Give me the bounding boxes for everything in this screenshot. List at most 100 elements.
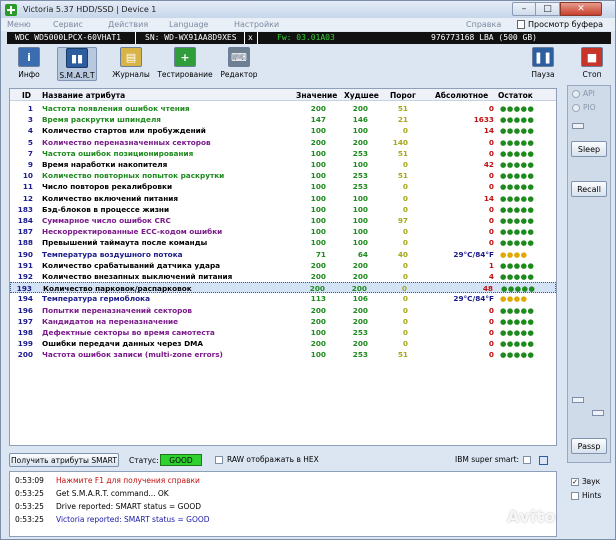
separator bbox=[135, 32, 136, 44]
hints-checkbox[interactable]: Hints bbox=[571, 491, 601, 500]
ibm-option-box[interactable] bbox=[539, 456, 548, 465]
cell-threshold: 0 bbox=[401, 284, 407, 294]
table-row[interactable]: 190 Температура воздушного потока 71 64 40 29… bbox=[10, 249, 556, 260]
table-row[interactable]: 193 Количество парковок/распарковок 200 200… bbox=[10, 282, 556, 294]
table-row[interactable]: 200 Частота ошибок записи (multi-zone err… bbox=[10, 349, 556, 360]
menu-settings[interactable]: Настройки bbox=[234, 20, 279, 29]
minimize-button[interactable]: – bbox=[512, 2, 536, 16]
radio-icon bbox=[572, 89, 580, 98]
table-row[interactable]: 188 Превышений таймаута после команды 100 1… bbox=[10, 237, 556, 248]
table-row[interactable]: 4 Количество стартов или пробуждений 100 10… bbox=[10, 125, 556, 136]
tool-testing[interactable]: + Тестирование bbox=[157, 47, 213, 81]
table-row[interactable]: 184 Суммарное число ошибок CRC 100 100 97 0 ●●… bbox=[10, 215, 556, 226]
cell-threshold: 51 bbox=[397, 104, 408, 113]
cell-health: ●●●● bbox=[500, 294, 528, 304]
header-worst[interactable]: Худшее bbox=[344, 91, 379, 100]
get-smart-attributes-button[interactable]: Получить атрибуты SMART bbox=[9, 453, 119, 467]
device-bar[interactable]: WDC WD5000LPCX-60VHAT1 SN: WD-WX91AA8D9X… bbox=[7, 32, 611, 44]
table-row[interactable]: 191 Количество срабатываний датчика удара… bbox=[10, 260, 556, 271]
slider-control[interactable] bbox=[592, 410, 604, 416]
table-row[interactable]: 5 Количество переназначенных секторов 200 2… bbox=[10, 137, 556, 148]
cell-id: 191 bbox=[17, 260, 33, 270]
hints-label: Hints bbox=[582, 491, 602, 500]
menu-main[interactable]: Меню bbox=[7, 20, 31, 29]
cell-threshold: 0 bbox=[402, 182, 408, 192]
header-id[interactable]: ID bbox=[22, 91, 31, 100]
header-threshold[interactable]: Порог bbox=[390, 91, 416, 100]
mode-toggle[interactable] bbox=[572, 123, 584, 129]
cell-worst: 100 bbox=[352, 160, 368, 169]
pause-button[interactable]: ❚❚ Пауза bbox=[523, 47, 563, 81]
table-row[interactable]: 192 Количество внезапных выключений питан… bbox=[10, 271, 556, 282]
ibm-super-smart[interactable]: IBM super smart: bbox=[455, 455, 532, 464]
cell-value: 100 bbox=[310, 227, 326, 237]
cell-name: Время раскрутки шпинделя bbox=[42, 115, 161, 125]
table-row[interactable]: 187 Нескорректированные ECC-кодом ошибки 1… bbox=[10, 226, 556, 237]
cell-worst: 100 bbox=[352, 238, 368, 248]
stop-button[interactable]: ■ Стоп bbox=[572, 47, 612, 81]
table-row[interactable]: 3 Время раскрутки шпинделя 147 146 21 1633 ●●●… bbox=[10, 114, 556, 125]
table-row[interactable]: 10 Количество повторных попыток раскрутки… bbox=[10, 170, 556, 181]
menu-bar: Меню Сервис Действия Language Настройки … bbox=[1, 18, 615, 31]
tool-info[interactable]: i Инфо bbox=[9, 47, 49, 81]
cell-name: Дефектные секторы во время самотеста bbox=[42, 328, 215, 337]
table-row[interactable]: 196 Попытки переназначений секторов 200 200… bbox=[10, 305, 556, 316]
table-row[interactable]: 1 Частота появления ошибок чтения 200 200 51… bbox=[10, 103, 556, 114]
cell-id: 9 bbox=[27, 160, 33, 169]
header-raw[interactable]: Абсолютное bbox=[435, 91, 488, 100]
table-row[interactable]: 12 Количество включений питания 100 100 0 14 ●… bbox=[10, 193, 556, 204]
tool-logs[interactable]: ▤ Журналы bbox=[111, 47, 151, 81]
table-row[interactable]: 194 Температура гермоблока 113 106 0 29°C/84°… bbox=[10, 293, 556, 304]
cell-value: 200 bbox=[310, 316, 326, 326]
cell-name: Количество внезапных выключений питания bbox=[42, 272, 233, 281]
cell-raw: 4 bbox=[488, 272, 494, 281]
header-value[interactable]: Значение bbox=[296, 91, 337, 100]
maximize-button[interactable]: □ bbox=[536, 2, 560, 16]
clipboard-viewer-button[interactable]: Просмотр буфера bbox=[516, 20, 603, 29]
table-row[interactable]: 7 Частота ошибок позиционирования 100 253 51… bbox=[10, 148, 556, 159]
tool-smart[interactable]: ▮▮ S.M.A.R.T bbox=[57, 47, 97, 81]
cell-value: 200 bbox=[309, 284, 325, 294]
cell-health: ●●●●● bbox=[500, 115, 535, 125]
cell-health: ●●●●● bbox=[500, 227, 535, 237]
cell-raw: 14 bbox=[483, 126, 494, 136]
cell-raw: 0 bbox=[488, 350, 494, 360]
header-health[interactable]: Остаток bbox=[498, 91, 533, 100]
smart-table[interactable]: ID Название атрибута Значение Худшее Пор… bbox=[9, 88, 557, 446]
tool-smart-label: S.M.A.R.T bbox=[59, 71, 95, 80]
sleep-button[interactable]: Sleep bbox=[571, 141, 607, 157]
table-row[interactable]: 11 Число повторов рекалибровки 100 253 0 0 ●●●… bbox=[10, 181, 556, 192]
raw-hex-checkbox[interactable]: RAW отображать в HEX bbox=[215, 455, 319, 464]
header-name[interactable]: Название атрибута bbox=[42, 91, 125, 100]
slider-control[interactable] bbox=[572, 397, 584, 403]
api-radio[interactable]: API bbox=[572, 89, 595, 98]
checkmark-icon: ✓ bbox=[571, 477, 579, 486]
cell-worst: 146 bbox=[352, 115, 368, 125]
sound-checkbox[interactable]: ✓ Звук bbox=[571, 477, 600, 486]
table-row[interactable]: 197 Кандидатов на переназначение 200 200 0 0 ●… bbox=[10, 316, 556, 327]
cell-health: ●●●●● bbox=[500, 260, 535, 270]
table-row[interactable]: 199 Ошибки передачи данных через DMA 200 20… bbox=[10, 338, 556, 349]
log-panel[interactable]: 0:53:09 Нажмите F1 для получения справки… bbox=[9, 471, 557, 537]
close-button[interactable]: ✕ bbox=[560, 2, 602, 16]
pio-radio[interactable]: PIO bbox=[572, 103, 596, 112]
menu-help[interactable]: Справка bbox=[466, 20, 501, 29]
tool-editor[interactable]: ⌨ Редактор bbox=[219, 47, 259, 81]
menu-service[interactable]: Сервис bbox=[53, 20, 83, 29]
device-close-mark[interactable]: x bbox=[248, 33, 253, 42]
table-row[interactable]: 183 Бэд-блоков в процессе жизни 100 100 0 0 ●●… bbox=[10, 204, 556, 215]
menu-actions[interactable]: Действия bbox=[108, 20, 148, 29]
title-bar[interactable]: Victoria 5.37 HDD/SSD | Device 1 – □ ✕ bbox=[1, 1, 615, 18]
cell-name: Количество повторных попыток раскрутки bbox=[42, 171, 225, 181]
passp-button[interactable]: Passp bbox=[571, 438, 607, 454]
cell-raw: 0 bbox=[488, 305, 494, 315]
cell-id: 192 bbox=[17, 272, 33, 281]
menu-language[interactable]: Language bbox=[169, 20, 208, 29]
cell-raw: 29°C/84°F bbox=[453, 249, 494, 259]
cell-value: 100 bbox=[310, 216, 326, 225]
cell-id: 1 bbox=[27, 104, 33, 113]
log-message: Get S.M.A.R.T. command... OK bbox=[56, 489, 169, 498]
table-row[interactable]: 198 Дефектные секторы во время самотеста 1… bbox=[10, 327, 556, 338]
recall-button[interactable]: Recall bbox=[571, 181, 607, 197]
table-row[interactable]: 9 Время наработки накопителя 100 100 0 42 ●●●●… bbox=[10, 159, 556, 170]
